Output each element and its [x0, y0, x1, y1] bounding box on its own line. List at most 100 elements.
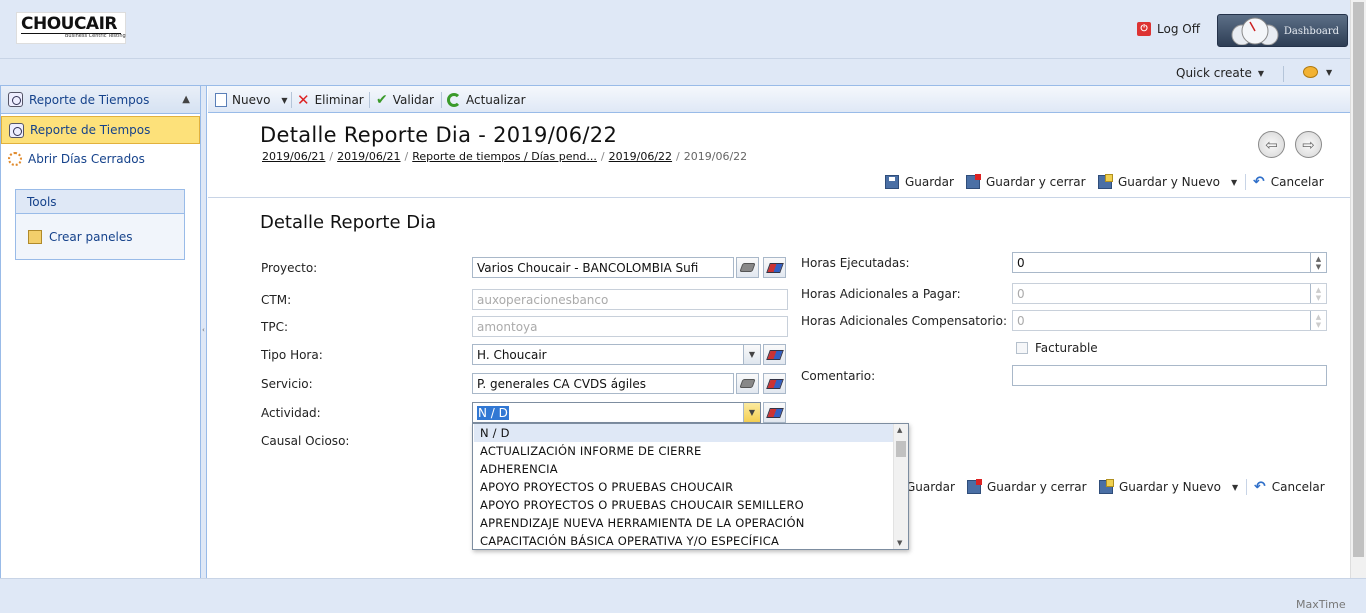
- panel-header-title: Reporte de Tiempos: [29, 92, 150, 107]
- sidebar-item-abrir-dias[interactable]: Abrir Días Cerrados: [1, 145, 200, 173]
- next-record-button[interactable]: ⇨: [1295, 131, 1322, 158]
- speedometer-icon: [1231, 17, 1279, 45]
- save-close-button-bottom[interactable]: Guardar y cerrar: [967, 479, 1087, 495]
- chevron-up-icon[interactable]: ▲: [182, 94, 190, 105]
- cancel-label: Cancelar: [1270, 175, 1324, 189]
- proyecto-field[interactable]: Varios Choucair - BANCOLOMBIA Sufi: [472, 257, 734, 278]
- actividad-select[interactable]: N / D ▼: [472, 402, 761, 423]
- save-new-dropdown-bottom[interactable]: ▼: [1232, 479, 1238, 495]
- servicio-field[interactable]: P. generales CA CVDS ágiles: [472, 373, 734, 394]
- refresh-button[interactable]: Actualizar: [447, 92, 526, 108]
- chevron-down-icon: ▼: [1326, 67, 1333, 77]
- save-close-button[interactable]: Guardar y cerrar: [966, 174, 1086, 190]
- cancel-label: Cancelar: [1271, 480, 1325, 494]
- save-close-label: Guardar y cerrar: [986, 175, 1086, 189]
- sidebar-item-label: Abrir Días Cerrados: [28, 152, 145, 166]
- footer-brand: MaxTime: [1296, 598, 1346, 611]
- list-item[interactable]: ADHERENCIA: [474, 460, 894, 478]
- tipo-hora-select[interactable]: H. Choucair ▼: [472, 344, 761, 365]
- save-new-label: Guardar y Nuevo: [1118, 175, 1221, 189]
- horas-ejecutadas-label: Horas Ejecutadas:: [801, 256, 910, 270]
- quick-create-menu[interactable]: Quick create ▼: [1176, 66, 1264, 80]
- actividad-clear-button[interactable]: [763, 402, 786, 423]
- save-new-icon: [1099, 479, 1114, 494]
- horas-ejecutadas-value: 0: [1017, 256, 1025, 270]
- spinner-icon[interactable]: ▲ ▼: [1310, 253, 1326, 272]
- theme-menu[interactable]: ▼: [1303, 66, 1332, 78]
- servicio-clear-button[interactable]: [763, 373, 786, 394]
- logoff-icon: ⏻: [1137, 22, 1151, 36]
- clock-icon: [8, 92, 23, 107]
- panel-header-reporte[interactable]: Reporte de Tiempos ▲: [1, 86, 200, 114]
- chevron-down-icon[interactable]: ▼: [743, 403, 760, 422]
- breadcrumb: 2019/06/21/ 2019/06/21/ Reporte de tiemp…: [262, 150, 748, 163]
- list-item[interactable]: APRENDIZAJE NUEVA HERRAMIENTA DE LA OPER…: [474, 514, 894, 532]
- save-label: Guardar: [906, 480, 955, 494]
- list-item[interactable]: APOYO PROYECTOS O PRUEBAS CHOUCAIR: [474, 478, 894, 496]
- tipo-hora-value: H. Choucair: [477, 348, 547, 362]
- proyecto-clear-button[interactable]: [763, 257, 786, 278]
- page-scrollbar[interactable]: [1350, 0, 1366, 578]
- horas-ejecutadas-input[interactable]: 0 ▲ ▼: [1012, 252, 1327, 273]
- scroll-down-icon[interactable]: ▼: [897, 539, 902, 547]
- facturable-checkbox[interactable]: [1016, 342, 1028, 354]
- horas-adicionales-pagar-input[interactable]: 0 ▲ ▼: [1012, 283, 1327, 304]
- cancel-button-bottom[interactable]: ↶ Cancelar: [1254, 479, 1325, 495]
- chevron-down-icon: ▼: [1232, 482, 1239, 492]
- undo-icon: ↶: [1253, 174, 1265, 190]
- dashboard-button[interactable]: Dashboard: [1217, 14, 1348, 47]
- app-footer: [0, 578, 1366, 613]
- previous-record-button[interactable]: ⇦: [1258, 131, 1285, 158]
- comentario-input[interactable]: [1012, 365, 1327, 386]
- servicio-lookup-button[interactable]: [736, 373, 759, 394]
- breadcrumb-link[interactable]: Reporte de tiempos / Días pend...: [412, 150, 597, 163]
- lookup-icon: [739, 263, 756, 272]
- check-icon: ✔: [376, 92, 388, 108]
- tpc-field[interactable]: amontoya: [472, 316, 788, 337]
- sidebar-item-reporte-tiempos[interactable]: Reporte de Tiempos: [1, 116, 200, 144]
- breadcrumb-link[interactable]: 2019/06/21: [262, 150, 325, 163]
- actividad-dropdown-list: N / D ACTUALIZACIÓN INFORME DE CIERRE AD…: [472, 423, 909, 550]
- spinner-icon: ▲ ▼: [1310, 311, 1326, 330]
- actividad-value: N / D: [477, 406, 509, 420]
- save-new-dropdown[interactable]: ▼: [1231, 174, 1237, 190]
- breadcrumb-link[interactable]: 2019/06/22: [609, 150, 672, 163]
- validate-button[interactable]: ✔ Validar: [376, 92, 434, 108]
- tpc-label: TPC:: [261, 320, 288, 334]
- panel-splitter[interactable]: ‹: [201, 86, 207, 578]
- new-button[interactable]: Nuevo ▼: [215, 92, 288, 108]
- list-item[interactable]: ACTUALIZACIÓN INFORME DE CIERRE: [474, 442, 894, 460]
- chevron-down-icon: ▼: [1231, 177, 1238, 187]
- dropdown-scrollbar[interactable]: ▲ ▼: [893, 424, 908, 549]
- chevron-down-icon[interactable]: ▼: [281, 96, 287, 105]
- delete-icon: ✕: [297, 91, 310, 109]
- quick-create-label: Quick create: [1176, 66, 1252, 80]
- save-new-button[interactable]: Guardar y Nuevo: [1098, 174, 1220, 190]
- list-item[interactable]: CAPACITACIÓN BÁSICA OPERATIVA Y/O ESPECÍ…: [474, 532, 894, 549]
- eraser-icon: [765, 378, 784, 389]
- breadcrumb-current: 2019/06/22: [683, 150, 748, 163]
- list-item[interactable]: N / D: [474, 424, 894, 442]
- save-new-button-bottom[interactable]: Guardar y Nuevo: [1099, 479, 1221, 495]
- delete-button[interactable]: ✕ Eliminar: [297, 92, 364, 108]
- save-button[interactable]: Guardar: [885, 174, 954, 190]
- crear-paneles-link[interactable]: Crear paneles: [28, 230, 132, 244]
- scroll-up-icon[interactable]: ▲: [897, 426, 902, 434]
- chevron-down-icon[interactable]: ▼: [743, 345, 760, 364]
- horas-adicionales-comp-input[interactable]: 0 ▲ ▼: [1012, 310, 1327, 331]
- actividad-label: Actividad:: [261, 406, 321, 420]
- ctm-label: CTM:: [261, 293, 292, 307]
- tipo-hora-clear-button[interactable]: [763, 344, 786, 365]
- breadcrumb-link[interactable]: 2019/06/21: [337, 150, 400, 163]
- logo-text: CHOUCAIR: [21, 14, 118, 34]
- list-item[interactable]: APOYO PROYECTOS O PRUEBAS CHOUCAIR SEMIL…: [474, 496, 894, 514]
- save-new-label: Guardar y Nuevo: [1119, 480, 1222, 494]
- ctm-field[interactable]: auxoperacionesbanco: [472, 289, 788, 310]
- eraser-icon: [765, 262, 784, 273]
- proyecto-lookup-button[interactable]: [736, 257, 759, 278]
- validate-label: Validar: [392, 93, 434, 107]
- horas-adicionales-comp-value: 0: [1017, 314, 1025, 328]
- logoff-link[interactable]: ⏻ Log Off: [1137, 21, 1200, 37]
- cancel-button[interactable]: ↶ Cancelar: [1253, 174, 1324, 190]
- palette-icon: [1303, 66, 1318, 78]
